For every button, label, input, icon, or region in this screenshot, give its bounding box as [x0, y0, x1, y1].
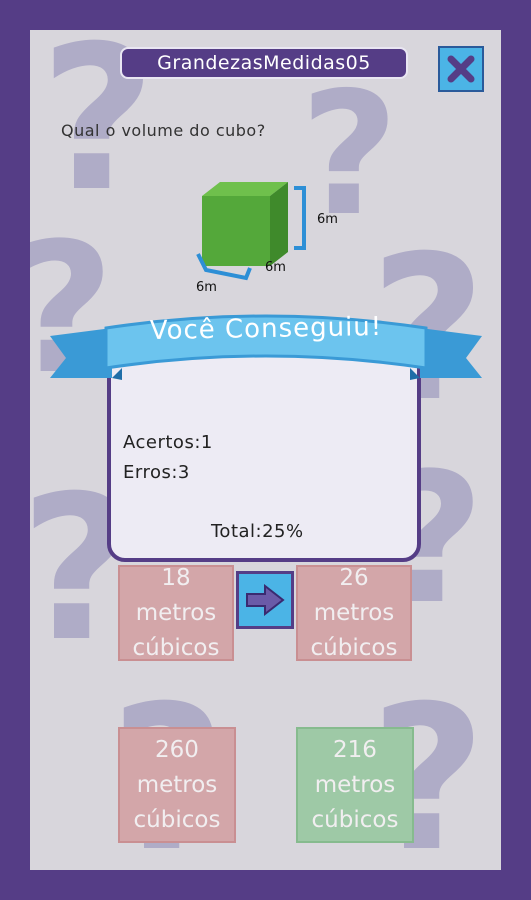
answer-option[interactable]: 26 metros cúbicos	[296, 565, 412, 661]
answer-option[interactable]: 260 metros cúbicos	[118, 727, 236, 843]
close-button[interactable]	[438, 46, 484, 92]
question-text: Qual o volume do cubo?	[61, 121, 266, 140]
dimension-label-depth: 6m	[196, 280, 217, 295]
dimension-label-height: 6m	[317, 212, 338, 227]
close-x-icon	[447, 55, 475, 83]
answer-option[interactable]: 18 metros cúbicos	[118, 565, 234, 661]
dimension-label-width: 6m	[265, 260, 286, 275]
hits-count: Acertos:1	[123, 432, 213, 453]
game-title: GrandezasMedidas05	[120, 47, 408, 79]
banner-title: Você Conseguiu!	[149, 311, 383, 347]
arrow-right-icon	[246, 584, 285, 616]
total-score: Total:25%	[211, 521, 304, 542]
answer-option[interactable]: 216 metros cúbicos	[296, 727, 414, 843]
errors-count: Erros:3	[123, 462, 190, 483]
next-button[interactable]	[236, 571, 294, 629]
